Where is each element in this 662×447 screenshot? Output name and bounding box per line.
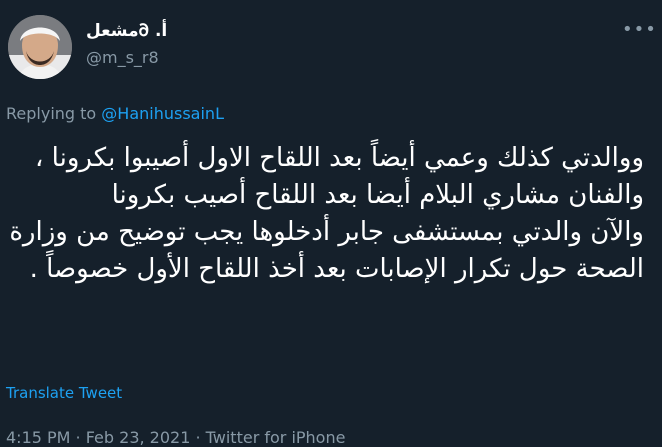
translate-tweet-link[interactable]: Translate Tweet: [6, 384, 122, 402]
user-handle[interactable]: @m_s_r8: [86, 48, 159, 67]
avatar[interactable]: [8, 15, 72, 79]
tweet-meta[interactable]: 4:15 PM · Feb 23, 2021 · Twitter for iPh…: [6, 428, 345, 447]
replying-prefix: Replying to: [6, 104, 102, 123]
replying-to-link[interactable]: @HanihussainL: [101, 104, 224, 123]
replying-to: Replying to @HanihussainL: [6, 104, 224, 123]
tweet-header: أ. 𐐀مشعل @m_s_r8 •••: [0, 0, 662, 90]
display-name[interactable]: أ. 𐐀مشعل: [86, 18, 167, 41]
more-horizontal-icon[interactable]: •••: [622, 20, 656, 40]
tweet-text: ووالدتي كذلك وعمي أيضاً بعد اللقاح الاول…: [9, 143, 644, 284]
